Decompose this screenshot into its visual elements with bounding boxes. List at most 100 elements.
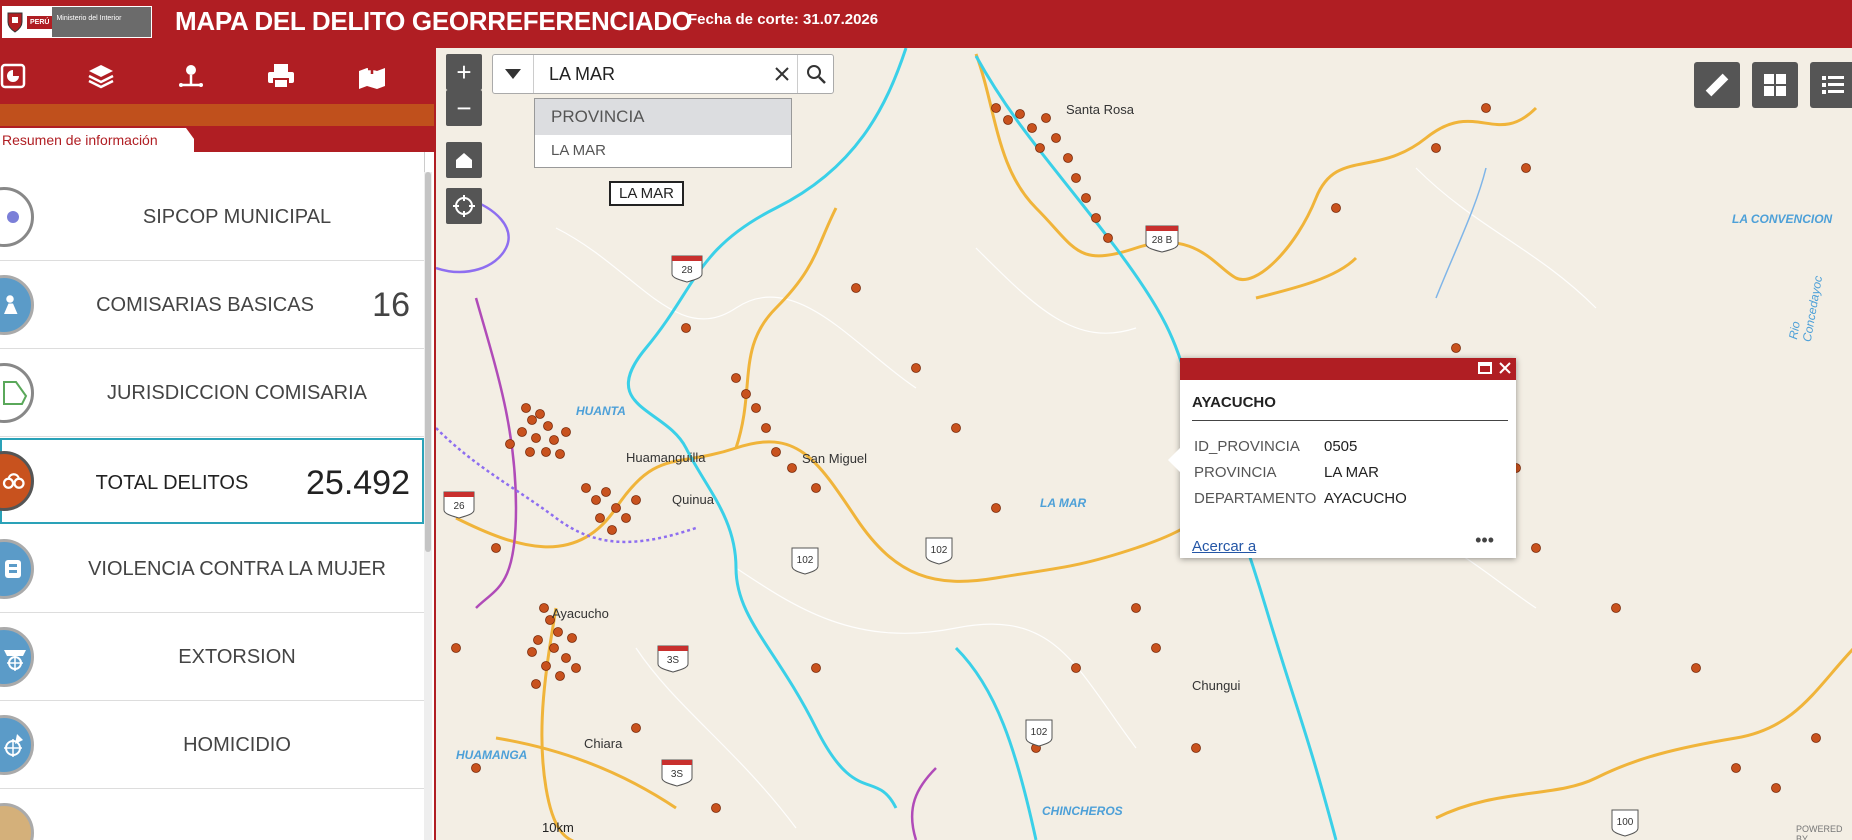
list-item-label: HOMICIDIO [183, 734, 291, 756]
popup-value: AYACUCHO [1324, 490, 1407, 507]
print-icon[interactable] [264, 59, 298, 93]
caret-down-icon [505, 69, 521, 79]
next-category-icon [0, 803, 34, 840]
feature-popup: AYACUCHO ID_PROVINCIA 0505 PROVINCIA LA … [1168, 358, 1516, 558]
zoom-in-button[interactable]: + [446, 54, 482, 90]
maximize-icon[interactable] [1478, 361, 1492, 380]
search-button[interactable] [797, 55, 834, 93]
measure-button[interactable] [1694, 62, 1740, 108]
search-icon [807, 65, 826, 84]
total-delitos-count: 25.492 [306, 464, 410, 502]
list-item-extorsion[interactable]: EXTORSION [0, 614, 424, 701]
search-source-dropdown[interactable] [493, 55, 534, 93]
locate-button[interactable] [446, 188, 482, 224]
home-button[interactable] [446, 142, 482, 178]
list-item-label: COMISARIAS BASICAS [96, 294, 314, 316]
popup-value: LA MAR [1324, 464, 1380, 481]
place-santa-rosa: Santa Rosa [1066, 102, 1134, 117]
svg-text:28 B: 28 B [1152, 235, 1173, 246]
route-icon[interactable] [174, 59, 208, 93]
area-la-mar: LA MAR [1040, 496, 1087, 510]
suggestion-header: PROVINCIA [535, 99, 791, 135]
popup-key: DEPARTAMENTO [1194, 490, 1317, 507]
list-item-jurisdiccion[interactable]: JURISDICCION COMISARIA [0, 350, 424, 437]
highlighted-feature-label: LA MAR [609, 181, 685, 206]
basemap-button[interactable] [1752, 62, 1798, 108]
popup-divider [1192, 420, 1508, 421]
sidebar: Resumen de información SIPCOP MUNICIPAL … [0, 48, 434, 840]
logo-ministry-text: Ministerio del Interior [52, 7, 151, 37]
search-input[interactable]: LA MAR [549, 55, 615, 93]
sidebar-tabs: Resumen de información [0, 126, 434, 154]
scrollbar-thumb[interactable] [425, 172, 431, 552]
list-item-label: VIOLENCIA CONTRA LA MUJER [88, 558, 386, 580]
list-item-label: SIPCOP MUNICIPAL [142, 206, 332, 228]
close-icon [775, 67, 789, 81]
map-add-icon[interactable] [355, 59, 389, 93]
area-huanta: HUANTA [576, 404, 626, 418]
scale-label: 10km [542, 820, 574, 835]
page-title: MAPA DEL DELITO GEORREFERENCIADO [175, 6, 692, 36]
popup-title: AYACUCHO [1192, 394, 1276, 411]
area-chincheros: CHINCHEROS [1042, 804, 1123, 818]
area-la-convencion: LA CONVENCION [1732, 212, 1833, 226]
suggestion-item[interactable]: LA MAR [535, 135, 791, 167]
place-chungui: Chungui [1192, 678, 1241, 693]
list-item-label: JURISDICCION COMISARIA [106, 382, 368, 404]
svg-text:102: 102 [797, 555, 814, 566]
list-item-total-delitos[interactable]: TOTAL DELITOS 25.492 [0, 438, 424, 524]
close-popup-icon[interactable] [1498, 361, 1512, 380]
logo-peru-text: PERÚ [27, 15, 53, 29]
svg-text:26: 26 [453, 501, 465, 512]
search-suggestions: PROVINCIA LA MAR [534, 98, 792, 168]
place-quinua: Quinua [672, 492, 714, 507]
list-item-sipcop[interactable]: SIPCOP MUNICIPAL [0, 174, 424, 261]
zoom-to-link[interactable]: Acercar a [1192, 538, 1256, 555]
more-actions-button[interactable]: ••• [1475, 530, 1494, 551]
map-view[interactable]: 28 28 B 26 102 102 102 3S 3S 100 San Mig… [434, 48, 1852, 840]
ruler-icon [1705, 73, 1729, 97]
list-item-violencia-mujer[interactable]: VIOLENCIA CONTRA LA MUJER [0, 526, 424, 613]
svg-text:3S: 3S [671, 769, 684, 780]
svg-text:102: 102 [931, 545, 948, 556]
sidebar-accent-strip [0, 104, 434, 126]
top-header: PERÚ Ministerio del Interior MAPA DEL DE… [0, 0, 1852, 48]
list-item-count: 16 [372, 286, 410, 324]
svg-text:100: 100 [1617, 817, 1634, 828]
list-item-label: EXTORSION [178, 646, 296, 668]
place-huamanguilla: Huamanguilla [626, 450, 706, 465]
popup-key: ID_PROVINCIA [1194, 438, 1300, 455]
popup-key: PROVINCIA [1194, 464, 1277, 481]
clear-search-button[interactable] [767, 55, 797, 93]
list-icon [1822, 76, 1844, 94]
peru-shield-icon [3, 8, 27, 36]
tab-resumen[interactable]: Resumen de información [0, 128, 194, 154]
home-icon [456, 153, 472, 168]
legend-button[interactable] [1810, 62, 1852, 108]
place-san-miguel: San Miguel [802, 451, 868, 466]
ministry-logo: PERÚ Ministerio del Interior [2, 6, 152, 38]
search-widget: LA MAR [492, 54, 834, 94]
handcuffs-icon [0, 451, 34, 511]
popup-titlebar [1180, 358, 1516, 380]
sidebar-scrollbar[interactable] [424, 172, 432, 840]
list-item-comisarias[interactable]: COMISARIAS BASICAS 16 [0, 262, 424, 349]
summary-list: SIPCOP MUNICIPAL COMISARIAS BASICAS 16 J… [0, 152, 425, 840]
svg-text:102: 102 [1031, 727, 1048, 738]
zoom-out-button[interactable]: − [446, 90, 482, 126]
svg-text:3S: 3S [667, 655, 680, 666]
list-item-homicidio[interactable]: HOMICIDIO [0, 702, 424, 789]
sidebar-toolbar [0, 48, 434, 104]
popup-value: 0505 [1324, 438, 1358, 455]
cutoff-date: Fecha de corte: 31.07.2026 [688, 11, 879, 28]
place-chiara: Chiara [584, 736, 623, 751]
list-item-label: TOTAL DELITOS [95, 472, 249, 494]
area-huamanga: HUAMANGA [456, 748, 528, 762]
layers-icon[interactable] [84, 59, 118, 93]
chart-icon[interactable] [0, 59, 30, 93]
locate-icon [453, 195, 475, 217]
popup-pointer [1168, 448, 1180, 472]
powered-by: POWERED BY [1796, 824, 1843, 840]
grid-icon [1764, 74, 1786, 96]
list-item-next[interactable] [0, 790, 424, 840]
